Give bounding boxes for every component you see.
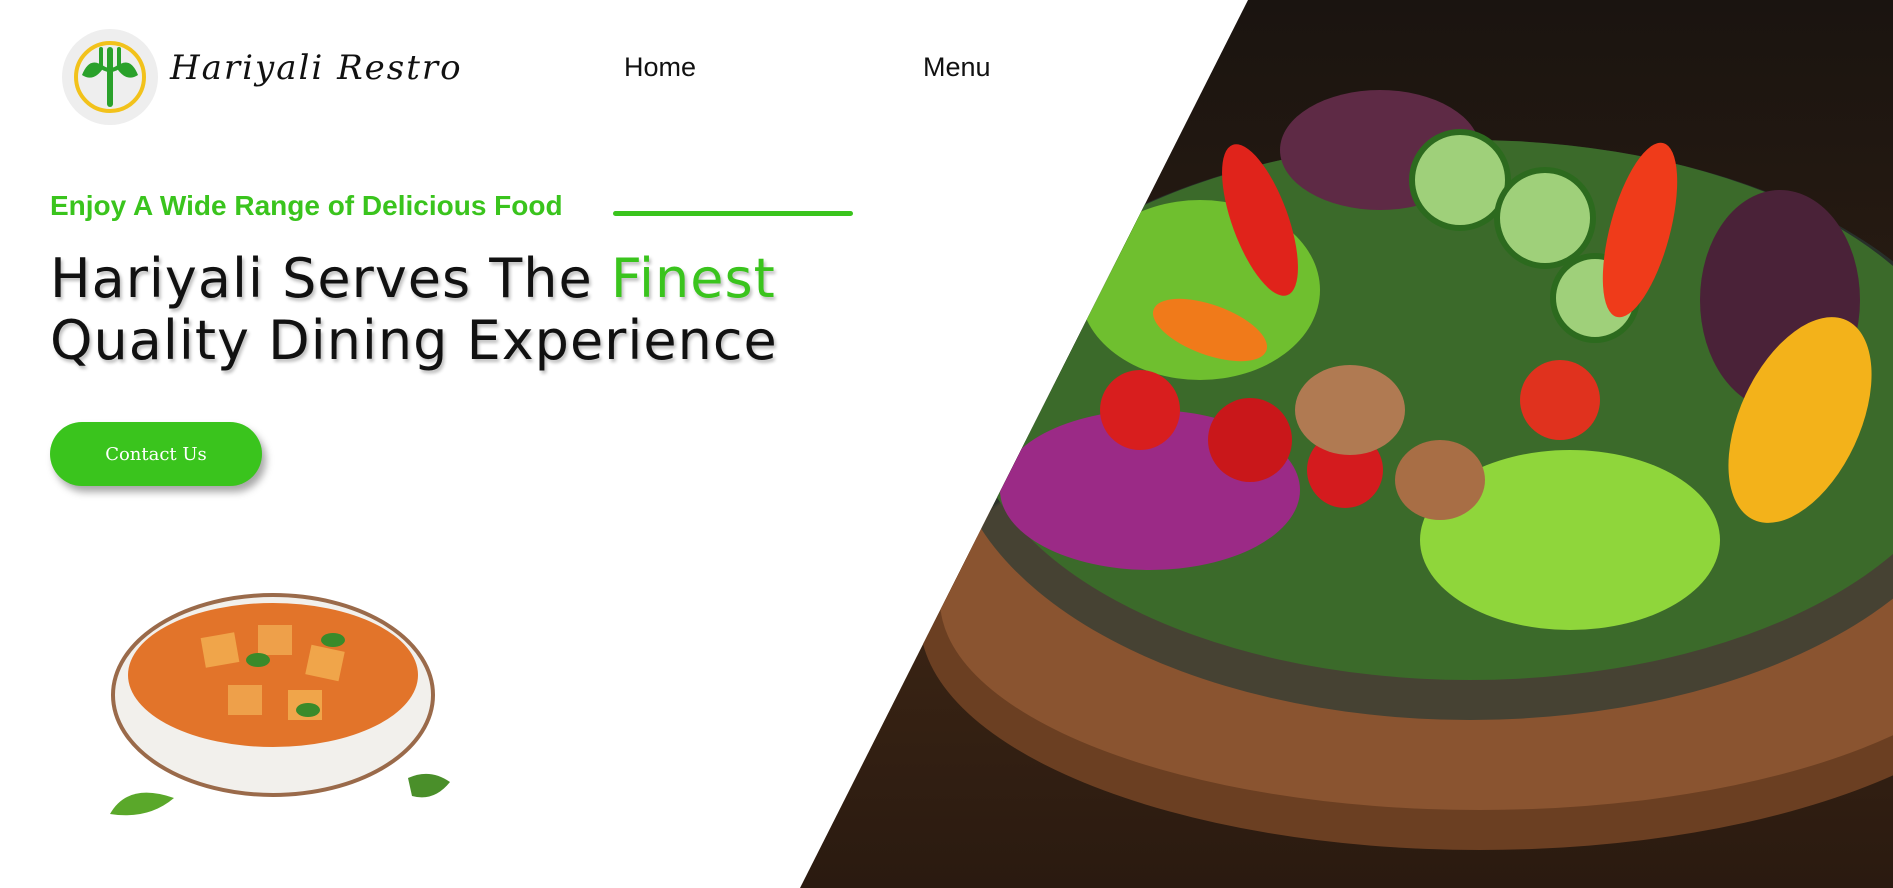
curry-bowl-image <box>111 593 435 797</box>
fork-leaf-icon <box>74 41 146 113</box>
brand-name[interactable]: Hariyali Restro <box>170 48 463 88</box>
contact-us-button[interactable]: Contact Us <box>50 422 262 486</box>
leaf-icon <box>408 773 450 798</box>
headline-part1: Hariyali Serves The <box>50 247 611 310</box>
nav-home[interactable]: Home <box>624 52 696 83</box>
headline-part2: Quality Dining Experience <box>50 309 778 372</box>
eyebrow-divider <box>613 211 853 216</box>
hero-headline: Hariyali Serves The Finest Quality Dinin… <box>50 248 810 372</box>
leaf-icon <box>110 792 174 816</box>
hero-eyebrow: Enjoy A Wide Range of Delicious Food <box>50 190 563 221</box>
nav-menu[interactable]: Menu <box>923 52 991 83</box>
headline-accent: Finest <box>610 247 776 310</box>
logo[interactable] <box>62 29 158 125</box>
